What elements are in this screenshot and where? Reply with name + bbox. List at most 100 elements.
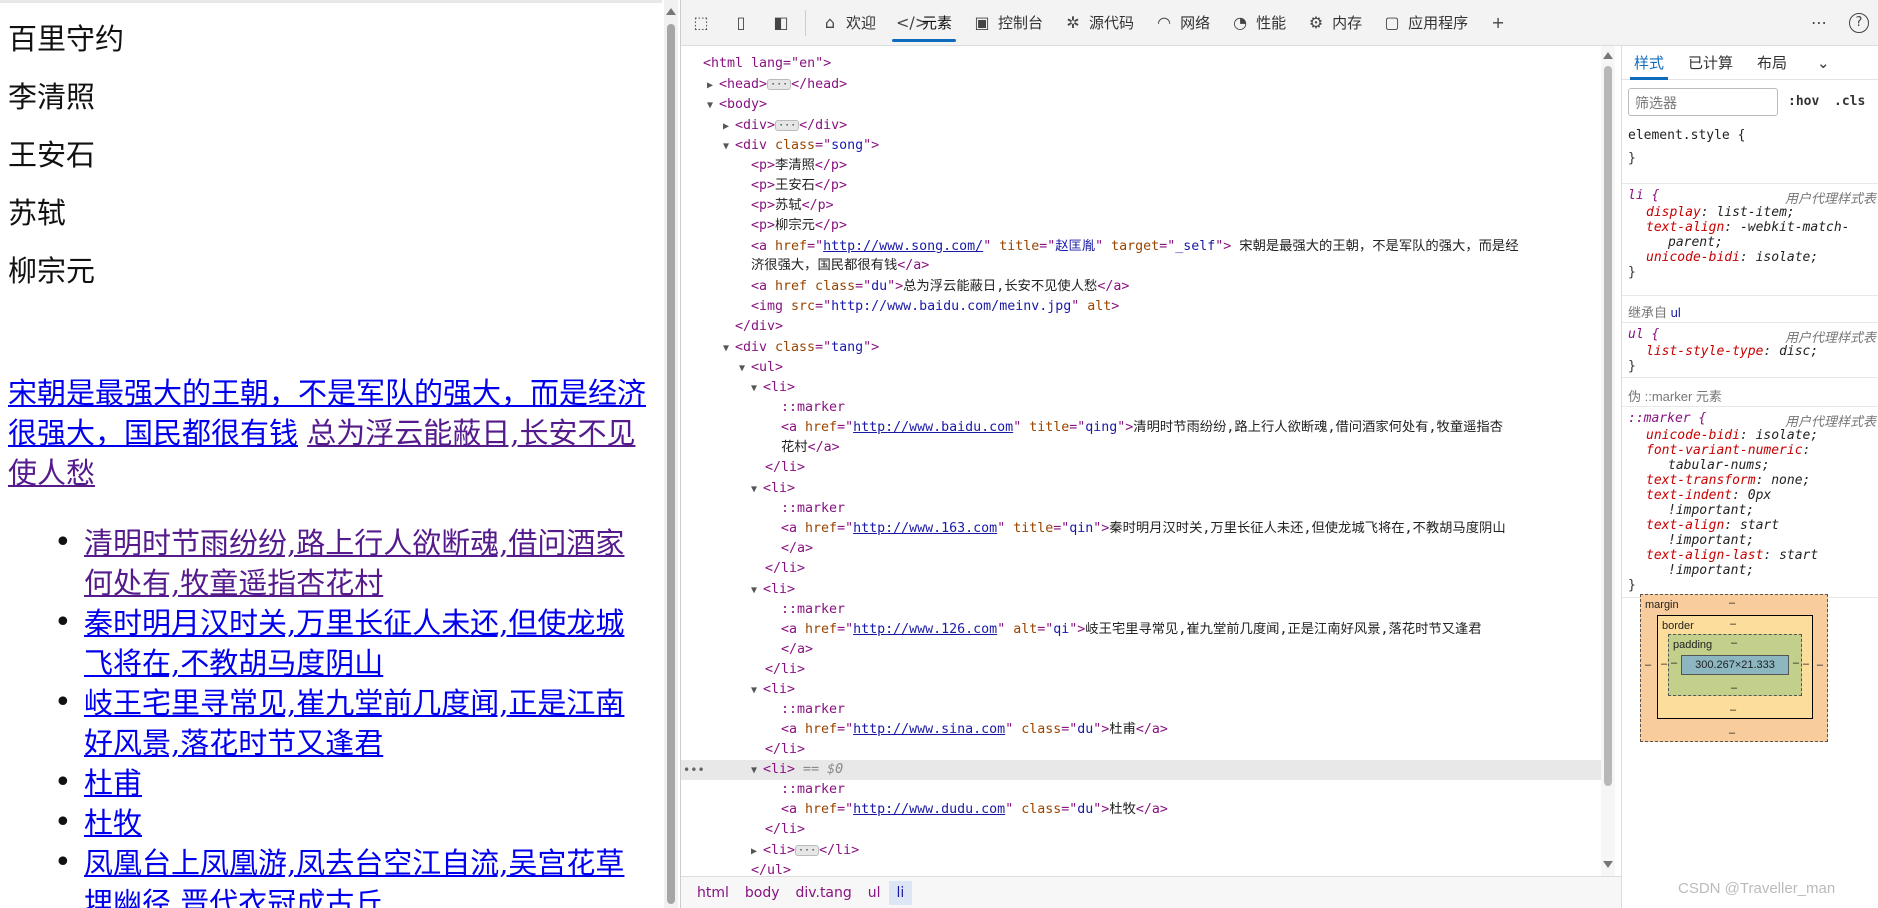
prop-value[interactable]: isolate; [1756,250,1819,265]
collapse-triangle-icon[interactable]: ▼ [751,681,763,701]
hov-button[interactable]: :hov [1788,94,1819,109]
collapse-triangle-icon[interactable]: ▼ [723,137,735,157]
tab-styles[interactable]: 样式 [1622,46,1676,80]
inspect-button[interactable]: ⬚ [681,0,721,46]
collapse-triangle-icon[interactable]: ▼ [751,761,763,781]
dom-node-a-dumu[interactable]: <a href="http://www.dudu.com" class="du"… [781,800,1168,820]
box-model-border[interactable]: border – – – – padding – – – – 300.267×2… [1657,615,1813,719]
margin-top-value[interactable]: – [1729,597,1735,609]
box-model-content[interactable]: 300.267×21.333 [1681,655,1789,675]
box-model-margin[interactable]: margin – – – – border – – – – padding – … [1640,594,1828,742]
dom-node-li-close[interactable]: </li> [765,660,805,680]
dom-node-head[interactable]: ▶ <head> ··· </head> [707,75,847,95]
padding-bottom-value[interactable]: – [1731,682,1737,694]
scroll-up-arrow-icon[interactable] [1603,52,1613,59]
device-emulation-button[interactable]: ▯ [721,0,761,46]
padding-right-value[interactable]: – [1793,657,1799,669]
collapse-triangle-icon[interactable]: ▼ [739,359,751,379]
dom-node-a-du[interactable]: <a href class="du">总为浮云能蔽日,长安不见使人愁</a> [751,277,1129,297]
border-right-value[interactable]: – [1803,658,1809,670]
scrollbar-thumb[interactable] [667,24,675,904]
tab-computed[interactable]: 已计算 [1676,46,1745,80]
tang-link-2[interactable]: 秦时明月汉时关,万里长征人未还,但使龙城飞将在,不教胡马度阴山 [84,606,624,680]
attr-link[interactable]: http://www.126.com [853,622,997,637]
attr-link[interactable]: http://www.163.com [853,521,997,536]
collapse-triangle-icon[interactable]: ▼ [751,480,763,500]
page-scrollbar[interactable] [664,0,678,908]
attr-link[interactable]: http://www.sina.com [853,722,1005,737]
dom-node-a-qin[interactable]: <a href="http://www.163.com" title="qin"… [781,519,1506,539]
collapse-triangle-icon[interactable]: ▼ [707,96,719,116]
cls-button[interactable]: .cls [1834,94,1865,109]
dom-node-p[interactable]: <p>王安石</p> [751,176,847,196]
dom-node-p[interactable]: <p>苏轼</p> [751,196,834,216]
tab-network[interactable]: ◠ 网络 [1144,0,1220,46]
dom-node-li[interactable]: ▼ <li> [751,378,795,398]
tab-welcome[interactable]: ⌂ 欢迎 [810,0,886,46]
prop-value[interactable]: start [1779,548,1818,563]
tang-link-4[interactable]: 杜甫 [84,766,142,800]
tab-application[interactable]: ▢ 应用程序 [1372,0,1478,46]
dom-node-a-qing-cont[interactable]: 花村</a> [781,438,840,458]
dom-node-a-close[interactable]: </a> [781,640,813,660]
styles-filter-input[interactable]: 筛选器 [1628,88,1778,116]
dom-node-li-collapsed[interactable]: ▶ <li> ··· </li> [751,841,859,861]
prop-value[interactable]: 0px [1748,488,1771,503]
dom-node-body[interactable]: ▼ <body> [707,95,767,115]
prop-name[interactable]: display [1646,205,1701,220]
prop-value[interactable]: isolate; [1756,428,1819,443]
prop-name[interactable]: unicode-bidi [1646,428,1740,443]
tang-link-6[interactable]: 凤凰台上凤凰游,凤去台空江自流,吴宫花草埋幽径,晋代衣冠成古丘 [84,846,624,908]
border-top-value[interactable]: – [1730,618,1736,630]
dom-node-div-song[interactable]: ▼ <div class="song"> [723,136,879,156]
chevron-down-icon[interactable]: ⌄ [1799,46,1830,80]
prop-name[interactable]: list-style-type [1646,344,1763,359]
collapse-triangle-icon[interactable]: ▼ [723,339,735,359]
dom-node-a-qing[interactable]: <a href="http://www.baidu.com" title="qi… [781,418,1503,438]
breadcrumb-item[interactable]: ul [860,881,889,905]
breadcrumb-item[interactable]: body [737,881,788,905]
breadcrumb-item-current[interactable]: li [888,880,913,905]
dom-node-li-close[interactable]: </li> [765,458,805,478]
prop-name[interactable]: text-align-last [1646,548,1763,563]
prop-value[interactable]: start [1740,518,1779,533]
dom-node-a-qi[interactable]: <a href="http://www.126.com" alt="qi">岐王… [781,620,1482,640]
prop-name[interactable]: text-align [1646,518,1724,533]
dom-node-marker[interactable]: ::marker [781,398,845,418]
prop-value[interactable]: list-item; [1716,205,1794,220]
tang-link-5[interactable]: 杜牧 [84,806,142,840]
dom-node-a-song-cont[interactable]: 济很强大，国民都很有钱</a> [751,256,929,276]
dom-node-li[interactable]: ▼ <li> [751,680,795,700]
more-button[interactable]: ⋯ [1799,0,1839,46]
collapsed-ellipsis-icon[interactable]: ··· [775,119,800,131]
collapsed-ellipsis-icon[interactable]: ··· [795,844,820,856]
expand-triangle-icon[interactable]: ▶ [751,842,763,862]
margin-bottom-value[interactable]: – [1729,727,1735,739]
box-model-padding[interactable]: padding – – – – 300.267×21.333 [1668,634,1802,696]
breadcrumb-item[interactable]: div.tang [788,881,860,905]
prop-name[interactable]: unicode-bidi [1646,250,1740,265]
attr-link[interactable]: http://www.baidu.com [853,420,1013,435]
dom-node-div[interactable]: ▶ <div> ··· </div> [723,116,847,136]
border-left-value[interactable]: – [1661,658,1667,670]
tab-layout[interactable]: 布局 [1745,46,1799,80]
tab-memory[interactable]: ⚙ 内存 [1296,0,1372,46]
prop-value[interactable]: disc; [1779,344,1818,359]
tang-link-3[interactable]: 岐王宅里寻常见,崔九堂前几度闻,正是江南好风景,落花时节又逢君 [84,686,624,760]
tab-elements[interactable]: </> 元素 [886,0,962,46]
help-button[interactable]: ? [1839,0,1878,46]
node-actions-icon[interactable]: ••• [683,760,705,780]
tang-link-1[interactable]: 清明时节雨纷纷,路上行人欲断魂,借问酒家何处有,牧童遥指杏花村 [84,526,624,600]
dom-node-a-close[interactable]: </a> [781,539,813,559]
dom-node-li-close[interactable]: </li> [765,740,805,760]
breadcrumb-item[interactable]: html [689,881,737,905]
prop-name[interactable]: font-variant-numeric [1646,443,1803,458]
dom-node-li-close[interactable]: </li> [765,820,805,840]
prop-value[interactable]: tabular-nums; [1668,458,1770,473]
dom-node-a-dufu[interactable]: <a href="http://www.sina.com" class="du"… [781,720,1168,740]
dom-node-p[interactable]: <p>李清照</p> [751,156,847,176]
tab-sources[interactable]: ✲ 源代码 [1053,0,1144,46]
prop-value[interactable]: none; [1771,473,1810,488]
tab-performance[interactable]: ◔ 性能 [1220,0,1296,46]
border-bottom-value[interactable]: – [1730,704,1736,716]
